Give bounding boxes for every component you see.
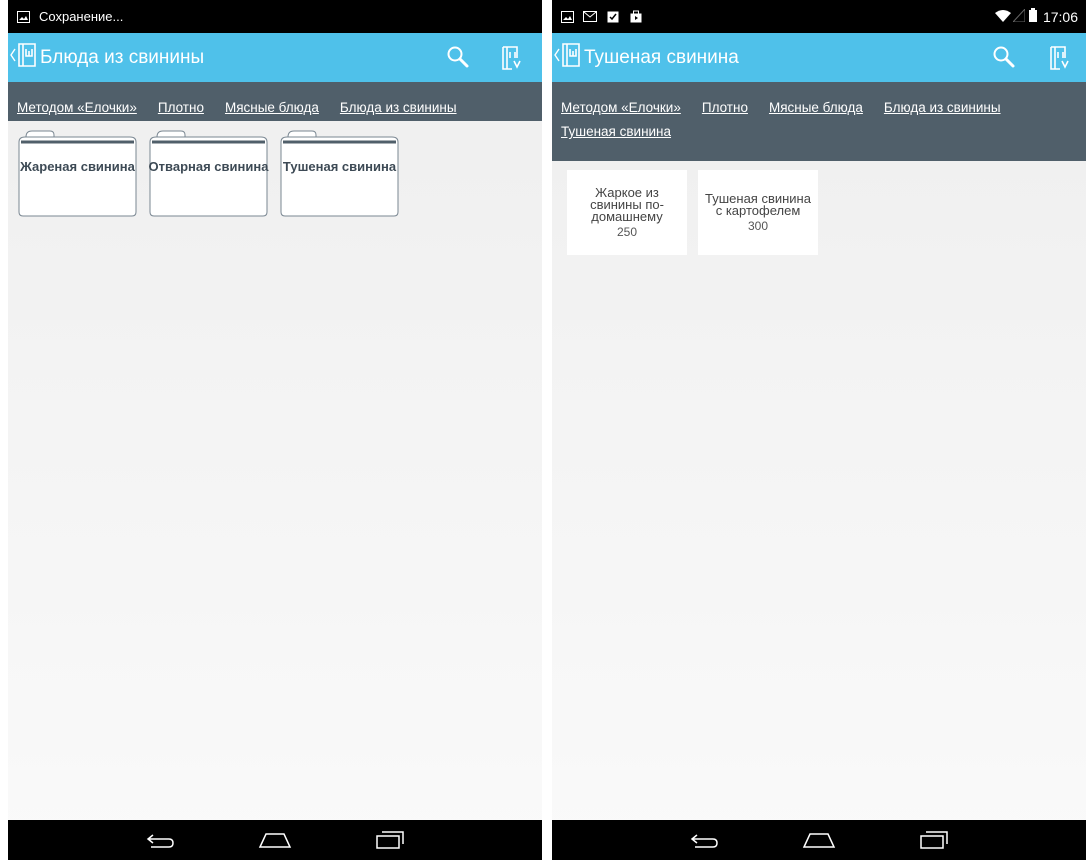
dish-name: Тушеная свинина с картофелем [705,191,811,218]
image-icon [16,10,30,24]
breadcrumb-item[interactable]: Методом «Елочки» [17,82,137,121]
clock: 17:06 [1042,8,1078,25]
dish-value: 250 [616,225,638,239]
recents-icon[interactable] [333,830,448,850]
breadcrumb-item[interactable]: Методом «Елочки» [561,82,681,118]
home-icon[interactable] [762,831,877,849]
notification-text: Сохранение... [39,9,124,24]
battery-icon [1028,8,1037,25]
status-bar: 17:06 [552,0,1086,33]
up-button[interactable] [552,33,582,82]
recents-icon[interactable] [877,830,992,850]
search-icon[interactable] [992,45,1016,74]
breadcrumb-item[interactable]: Блюда из свинины [340,82,457,121]
folder-item[interactable]: Тушеная свинина [279,130,400,217]
folder-item[interactable]: Жареная свинина [17,130,138,217]
app-logo-icon [560,42,582,73]
folder-grid: Жареная свинина Отварная свинина Тушеная… [17,130,410,217]
store-icon [629,10,643,24]
folder-label: Отварная свинина [148,159,269,174]
breadcrumb-item[interactable]: Тушеная свинина [561,118,671,157]
breadcrumb-item[interactable]: Мясные блюда [225,82,319,121]
app-logo-icon [16,42,38,73]
action-bar: Тушеная свинина [552,33,1086,82]
action-bar: Блюда из свинины [8,33,542,82]
breadcrumb-item[interactable]: Плотно [702,82,748,118]
status-bar: Сохранение... [8,0,542,33]
up-button[interactable] [8,33,38,82]
breadcrumb-item[interactable]: Мясные блюда [769,82,863,118]
breadcrumb-item[interactable]: Блюда из свинины [884,82,1001,118]
bookmark-icon[interactable] [1048,45,1070,76]
clipboard-icon [606,10,620,24]
folder-item[interactable]: Отварная свинина [148,130,269,217]
page-title: Блюда из свинины [40,46,205,68]
gmail-icon [583,10,597,24]
dish-name: Жаркое из свинины по-домашнему [590,185,664,224]
breadcrumb-item[interactable]: Плотно [158,82,204,121]
home-icon[interactable] [218,831,333,849]
bookmark-icon[interactable] [500,45,522,76]
image-icon [560,10,574,24]
back-icon[interactable] [103,831,218,849]
dish-tile[interactable]: Тушеная свинина с картофелем 300 [698,170,818,255]
back-icon[interactable] [647,831,762,849]
breadcrumb: Методом «Елочки» Плотно Мясные блюда Блю… [552,82,1086,161]
dish-tile[interactable]: Жаркое из свинины по-домашнему 250 [567,170,687,255]
search-icon[interactable] [446,45,470,74]
folder-label: Тушеная свинина [282,159,397,174]
dish-grid: Жаркое из свинины по-домашнему 250 Тушен… [567,170,829,255]
breadcrumb: Методом «Елочки» Плотно Мясные блюда Блю… [8,82,542,121]
page-title: Тушеная свинина [584,46,739,68]
folder-label: Жареная свинина [20,159,135,174]
navigation-bar [552,820,1086,860]
right-screen: 17:06 Тушеная свинина Методом «Елочки» П… [552,0,1086,860]
wifi-icon [994,9,1011,25]
signal-icon [1011,7,1026,25]
left-screen: Сохранение... Блюда из свинины Методом «… [8,0,542,860]
dish-value: 300 [747,219,769,233]
navigation-bar [8,820,542,860]
